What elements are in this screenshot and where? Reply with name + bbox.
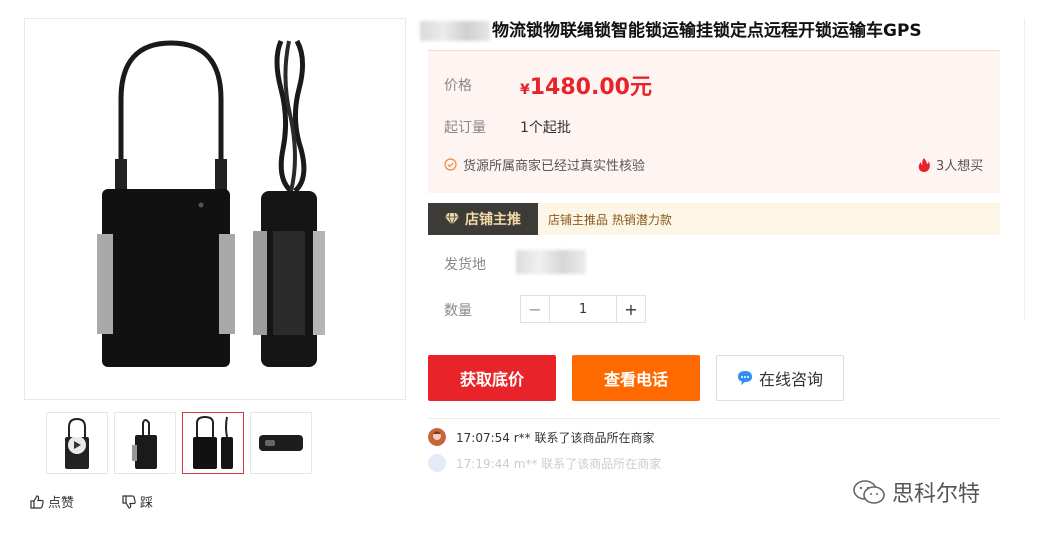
product-main-image[interactable] [24, 18, 406, 400]
thumbs-up-icon [30, 494, 44, 509]
moq-value: 1个起批 [520, 120, 571, 136]
view-phone-button[interactable]: 查看电话 [572, 355, 700, 401]
want-count-text: 3人想买 [936, 159, 984, 174]
blurred-brand [420, 21, 490, 41]
diamond-icon [445, 213, 459, 225]
chat-bubble-icon [737, 371, 752, 385]
online-consult-button[interactable]: 在线咨询 [716, 355, 844, 401]
thumbnail-video[interactable] [46, 412, 108, 474]
dislike-button[interactable]: 踩 [122, 492, 153, 511]
watermark-text: 思科尔特 [892, 482, 981, 507]
online-consult-label: 在线咨询 [758, 370, 823, 389]
quantity-decrement-button[interactable]: − [521, 296, 549, 322]
get-lowest-price-button[interactable]: 获取底价 [428, 355, 556, 401]
thumbs-down-icon [122, 494, 136, 509]
shipping-origin-blurred [516, 250, 586, 274]
quantity-increment-button[interactable]: + [617, 296, 645, 322]
fire-icon [918, 157, 930, 172]
smart-lock-image [97, 39, 325, 367]
thumbnail-3-selected[interactable] [182, 412, 244, 474]
quantity-stepper[interactable]: − 1 + [520, 295, 646, 323]
promo-tag: 店铺主推 [428, 203, 538, 235]
thumbnail-4[interactable] [250, 412, 312, 474]
like-button[interactable]: 点赞 [30, 492, 74, 511]
price-value: ¥1480.00元 [520, 69, 652, 101]
verify-notice: 货源所属商家已经过真实性核验 [444, 155, 645, 174]
verified-check-icon [444, 158, 457, 171]
side-panel-edge [1024, 18, 1038, 320]
moq-label: 起订量 [444, 120, 486, 136]
currency-symbol: ¥ [520, 82, 530, 98]
divider [428, 418, 1000, 419]
promo-tag-label: 店铺主推 [465, 212, 521, 228]
promo-text: 店铺主推品 热销潜力款 [548, 213, 672, 227]
want-count: 3人想买 [918, 155, 983, 174]
quantity-input[interactable]: 1 [549, 296, 617, 322]
wechat-logo-icon [853, 480, 885, 504]
product-title-text: 物流锁物联绳锁智能锁运输挂锁定点远程开锁运输车GPS [492, 21, 922, 41]
wechat-watermark: 思科尔特 [852, 476, 980, 508]
price-label: 价格 [444, 78, 472, 94]
lock-video-thumbnail-icon [65, 417, 89, 469]
product-title: 物流锁物联绳锁智能锁运输挂锁定点远程开锁运输车GPS [420, 16, 922, 41]
activity-text: 17:07:54 r** 联系了该商品所在商家 [456, 430, 655, 445]
quantity-label: 数量 [444, 303, 472, 319]
price-amount: 1480.00元 [529, 75, 652, 100]
thumbnail-2[interactable] [114, 412, 176, 474]
lock-thumbnail-icon [193, 415, 233, 469]
like-label: 点赞 [48, 496, 75, 511]
user-avatar-icon [428, 454, 446, 472]
activity-item: 17:07:54 r** 联系了该商品所在商家 [428, 428, 654, 446]
activity-text: 17:19:44 m** 联系了该商品所在商家 [456, 456, 662, 471]
verify-text: 货源所属商家已经过真实性核验 [463, 159, 646, 174]
dislike-label: 踩 [140, 496, 154, 511]
price-panel: 价格 ¥1480.00元 起订量 1个起批 货源所属商家已经过真实性核验 3人想… [428, 50, 1000, 193]
user-avatar-icon [428, 428, 446, 446]
device-thumbnail-icon [259, 435, 303, 451]
activity-item: 17:19:44 m** 联系了该商品所在商家 [428, 454, 661, 472]
lock-thumbnail-icon [132, 419, 157, 469]
shipping-label: 发货地 [444, 257, 486, 273]
